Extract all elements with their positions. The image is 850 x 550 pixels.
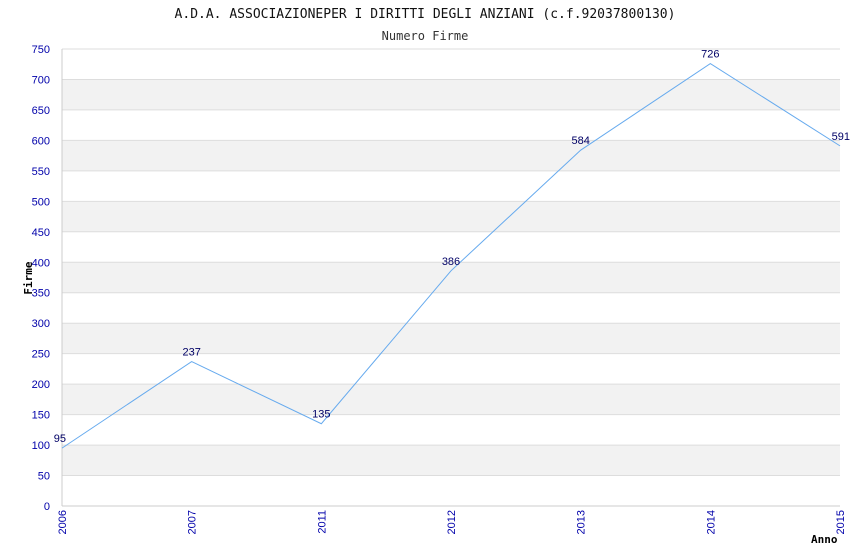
plot-bands: [62, 79, 840, 476]
x-tick-label: 2013: [576, 510, 588, 534]
y-tick-label: 450: [32, 227, 50, 239]
x-tick-label: 2015: [835, 510, 847, 534]
grid-band: [62, 79, 840, 110]
y-axis-title: Firme: [22, 261, 35, 294]
chart-title: A.D.A. ASSOCIAZIONEPER I DIRITTI DEGLI A…: [175, 7, 676, 22]
y-tick-label: 200: [32, 379, 50, 391]
y-tick-label: 50: [38, 471, 50, 483]
y-tick-label: 700: [32, 74, 50, 86]
data-label: 726: [701, 49, 719, 61]
y-tick-label: 550: [32, 166, 50, 178]
data-label: 591: [832, 131, 850, 143]
y-tick-label: 500: [32, 196, 50, 208]
data-label: 386: [442, 256, 460, 268]
y-tick-label: 150: [32, 410, 50, 422]
x-tick-label: 2011: [316, 510, 328, 534]
x-tick-label: 2014: [705, 510, 717, 534]
grid-band: [62, 140, 840, 171]
data-label: 584: [571, 135, 589, 147]
grid-band: [62, 323, 840, 354]
grid-band: [62, 445, 840, 476]
chart: A.D.A. ASSOCIAZIONEPER I DIRITTI DEGLI A…: [22, 7, 850, 546]
data-label: 135: [312, 409, 330, 421]
x-tick-label: 2007: [187, 510, 199, 534]
x-tick-label: 2012: [446, 510, 458, 534]
y-tick-label: 600: [32, 135, 50, 147]
y-tick-label: 650: [32, 105, 50, 117]
y-tick-label: 100: [32, 440, 50, 452]
y-tick-label: 750: [32, 44, 50, 56]
y-tick-label: 0: [44, 501, 50, 513]
data-label: 95: [54, 433, 66, 445]
chart-subtitle: Numero Firme: [382, 29, 469, 43]
x-axis-title: Anno: [811, 533, 838, 546]
x-tick-label: 2006: [57, 510, 69, 534]
x-tick-labels: 2006 2007 2011 2012 2013 2014 2015: [57, 510, 847, 534]
data-label: 237: [182, 347, 200, 359]
grid-band: [62, 384, 840, 415]
y-tick-label: 300: [32, 318, 50, 330]
y-tick-label: 250: [32, 349, 50, 361]
grid-band: [62, 201, 840, 232]
